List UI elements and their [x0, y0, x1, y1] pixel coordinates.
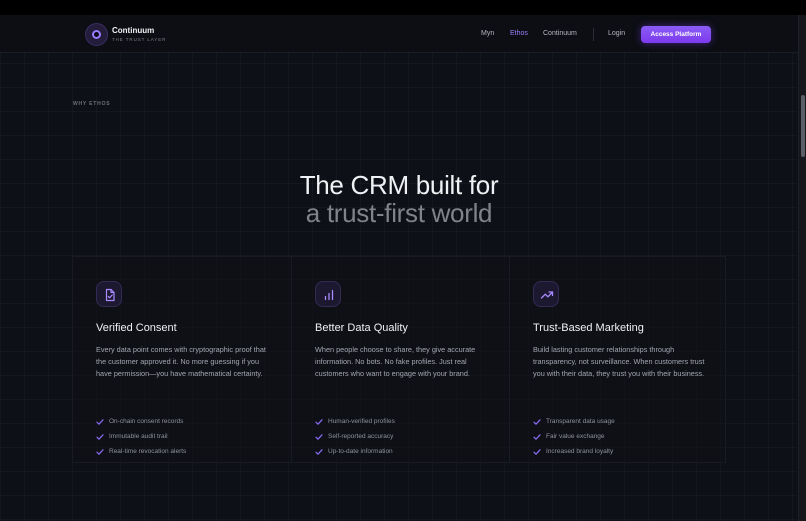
feature-label: Self-reported accuracy: [328, 433, 394, 440]
brand-tagline: THE TRUST LAYER: [112, 37, 167, 42]
nav-link-continuum[interactable]: Continuum: [543, 30, 577, 37]
card-title: Verified Consent: [96, 322, 177, 334]
feature-label: Up-to-date information: [328, 448, 393, 455]
card-description: When people choose to share, they give a…: [315, 345, 476, 379]
brand-name[interactable]: Continuum: [112, 26, 154, 35]
vertical-scrollbar[interactable]: [798, 15, 806, 521]
check-icon: [315, 419, 323, 425]
card-better-data-quality: Better Data Quality When people choose t…: [291, 257, 509, 462]
feature-label: Human-verified profiles: [328, 418, 395, 425]
check-icon: [315, 449, 323, 455]
check-icon: [533, 449, 541, 455]
trending-up-icon: [533, 281, 559, 307]
feature-label: Real-time revocation alerts: [109, 448, 187, 455]
scrollbar-thumb[interactable]: [801, 95, 805, 157]
nav-divider: [593, 28, 594, 41]
card-title: Better Data Quality: [315, 322, 408, 334]
feature-label: Immutable audit trail: [109, 433, 168, 440]
nav-link-myn[interactable]: Myn: [481, 30, 494, 37]
page: Continuum THE TRUST LAYER Myn Ethos Cont…: [0, 15, 798, 521]
check-icon: [533, 434, 541, 440]
card-trust-based-marketing: Trust-Based Marketing Build lasting cust…: [509, 257, 727, 462]
card-verified-consent: Verified Consent Every data point comes …: [73, 257, 291, 462]
feature-label: Fair value exchange: [546, 433, 605, 440]
feature-label: Transparent data usage: [546, 418, 615, 425]
bar-chart-icon: [315, 281, 341, 307]
headline-line-1: The CRM built for: [299, 170, 499, 200]
nav-link-ethos[interactable]: Ethos: [510, 30, 528, 37]
check-icon: [96, 434, 104, 440]
check-icon: [96, 419, 104, 425]
feature-cards: Verified Consent Every data point comes …: [72, 256, 726, 463]
section-eyebrow: WHY ETHOS: [73, 101, 111, 107]
navbar: Continuum THE TRUST LAYER Myn Ethos Cont…: [0, 15, 798, 53]
access-platform-button[interactable]: Access Platform: [641, 26, 711, 43]
document-check-icon: [96, 281, 122, 307]
ring-logo-icon[interactable]: [86, 24, 107, 45]
headline-line-2: a trust-first world: [305, 198, 493, 228]
card-title: Trust-Based Marketing: [533, 322, 644, 334]
login-link[interactable]: Login: [608, 30, 625, 37]
check-icon: [96, 449, 104, 455]
card-description: Every data point comes with cryptographi…: [96, 345, 266, 379]
feature-label: Increased brand loyalty: [546, 448, 614, 455]
card-description: Build lasting customer relationships thr…: [533, 345, 705, 379]
check-icon: [533, 419, 541, 425]
browser-top-bar: [0, 0, 806, 15]
feature-label: On-chain consent records: [109, 418, 184, 425]
check-icon: [315, 434, 323, 440]
